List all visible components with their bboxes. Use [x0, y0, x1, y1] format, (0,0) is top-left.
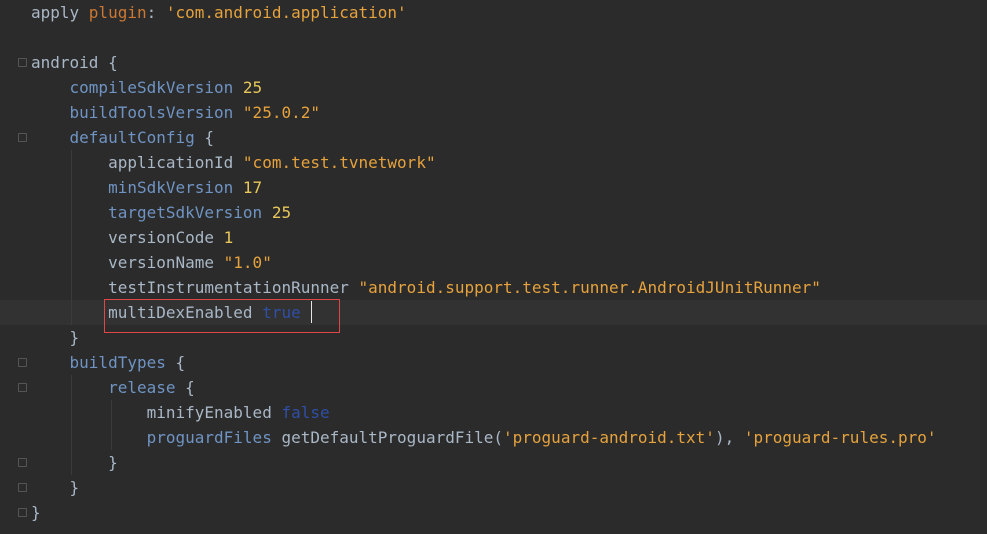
code-token: 'com.android.application' — [165, 3, 407, 22]
code-token: "1.0" — [223, 253, 272, 272]
code-line-content: proguardFiles getDefaultProguardFile('pr… — [31, 425, 937, 450]
code-token: android — [31, 53, 109, 72]
code-line[interactable]: buildToolsVersion "25.0.2" — [0, 100, 987, 125]
code-line[interactable]: android { — [0, 50, 987, 75]
fold-marker-icon[interactable] — [18, 483, 27, 492]
code-line[interactable]: minifyEnabled false — [0, 400, 987, 425]
code-line-content: apply plugin: 'com.android.application' — [31, 0, 407, 25]
code-line-content: targetSdkVersion 25 — [31, 200, 291, 225]
code-token: { — [185, 378, 195, 397]
code-token: "android.support.test.runner.AndroidJUni… — [358, 278, 821, 297]
code-line-content: release { — [31, 375, 195, 400]
code-token: minifyEnabled — [31, 403, 282, 422]
fold-marker-icon[interactable] — [18, 58, 27, 67]
code-token: testInstrumentationRunner — [31, 278, 359, 297]
code-token: 'proguard-rules.pro' — [743, 428, 937, 447]
code-line-content: } — [31, 325, 80, 350]
indent-guide — [71, 375, 72, 475]
code-token: minSdkVersion — [31, 178, 243, 197]
code-line[interactable]: proguardFiles getDefaultProguardFile('pr… — [0, 425, 987, 450]
code-line[interactable]: defaultConfig { — [0, 125, 987, 150]
code-token: compileSdkVersion — [31, 78, 243, 97]
indent-guide — [111, 400, 112, 450]
code-token: ), — [714, 428, 744, 447]
code-line[interactable]: } — [0, 500, 987, 525]
highlight-annotation-box — [104, 299, 340, 333]
code-line[interactable]: buildTypes { — [0, 350, 987, 375]
code-line-content: } — [31, 500, 41, 525]
code-line[interactable]: } — [0, 475, 987, 500]
code-line-content: buildToolsVersion "25.0.2" — [31, 100, 320, 125]
code-line[interactable]: } — [0, 450, 987, 475]
code-line-content: } — [31, 450, 118, 475]
code-token: 25 — [271, 203, 292, 222]
code-line-content: minSdkVersion 17 — [31, 175, 262, 200]
code-token: { — [108, 53, 118, 72]
indent-guide — [71, 150, 72, 325]
code-token: release — [31, 378, 186, 397]
code-line-content: versionCode 1 — [31, 225, 233, 250]
code-line-content: applicationId "com.test.tvnetwork" — [31, 150, 436, 175]
code-line[interactable]: minSdkVersion 17 — [0, 175, 987, 200]
code-token: defaultConfig — [31, 128, 205, 147]
code-token: buildTypes — [31, 353, 176, 372]
fold-marker-icon[interactable] — [18, 508, 27, 517]
code-token: 17 — [242, 178, 263, 197]
text-caret — [311, 301, 312, 323]
code-line[interactable]: testInstrumentationRunner "android.suppo… — [0, 275, 987, 300]
code-token: { — [175, 353, 186, 372]
code-line[interactable]: targetSdkVersion 25 — [0, 200, 987, 225]
code-line-content: minifyEnabled false — [31, 400, 330, 425]
code-line[interactable]: versionName "1.0" — [0, 250, 987, 275]
code-line-content: versionName "1.0" — [31, 250, 272, 275]
code-line[interactable]: versionCode 1 — [0, 225, 987, 250]
code-line[interactable] — [0, 25, 987, 50]
code-line[interactable]: apply plugin: 'com.android.application' — [0, 0, 987, 25]
fold-marker-icon[interactable] — [18, 458, 27, 467]
code-token: versionCode — [31, 228, 224, 247]
code-token: apply — [31, 3, 89, 22]
code-token: } — [31, 453, 118, 472]
code-editor[interactable]: apply plugin: 'com.android.application' a… — [0, 0, 987, 534]
fold-marker-icon[interactable] — [18, 133, 27, 142]
code-line[interactable]: applicationId "com.test.tvnetwork" — [0, 150, 987, 175]
code-token: versionName — [31, 253, 224, 272]
code-line-content: defaultConfig { — [31, 125, 215, 150]
code-token: "25.0.2" — [242, 103, 320, 122]
code-line[interactable]: compileSdkVersion 25 — [0, 75, 987, 100]
code-token: : — [146, 3, 166, 22]
code-line-content: } — [31, 475, 80, 500]
code-token: 'proguard-android.txt' — [503, 428, 715, 447]
code-line-content: testInstrumentationRunner "android.suppo… — [31, 275, 821, 300]
code-token: 1 — [223, 228, 234, 247]
code-token: plugin — [88, 3, 147, 22]
fold-marker-icon[interactable] — [18, 358, 27, 367]
code-token: targetSdkVersion — [31, 203, 272, 222]
code-token: "com.test.tvnetwork" — [242, 153, 436, 172]
code-line-content: android { — [31, 50, 118, 75]
code-token: getDefaultProguardFile( — [281, 428, 504, 447]
code-token: } — [31, 328, 80, 347]
code-token: applicationId — [31, 153, 243, 172]
code-line[interactable]: release { — [0, 375, 987, 400]
code-token: 25 — [242, 78, 263, 97]
code-token: false — [281, 403, 330, 422]
fold-marker-icon[interactable] — [18, 383, 27, 392]
code-token: { — [204, 128, 215, 147]
code-token: proguardFiles — [31, 428, 282, 447]
code-token: } — [31, 503, 41, 522]
code-line-content: compileSdkVersion 25 — [31, 75, 263, 100]
code-token: } — [31, 478, 80, 497]
code-line-content: buildTypes { — [31, 350, 186, 375]
code-token: buildToolsVersion — [31, 103, 243, 122]
